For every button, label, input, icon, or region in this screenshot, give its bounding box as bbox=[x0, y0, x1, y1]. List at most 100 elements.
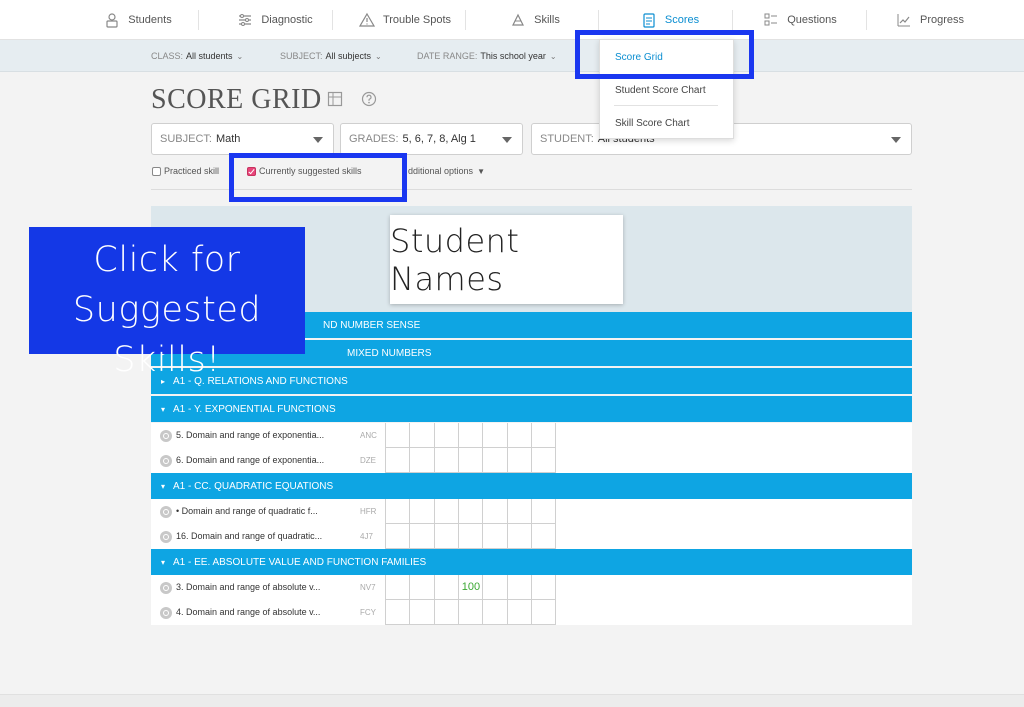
score-cell[interactable]: 100 bbox=[457, 575, 483, 600]
score-cell[interactable] bbox=[409, 499, 435, 524]
checkbox-empty bbox=[152, 166, 161, 176]
skill-name[interactable]: 3. Domain and range of absolute v... bbox=[176, 582, 320, 592]
score-cell[interactable] bbox=[409, 600, 435, 625]
score-cell[interactable] bbox=[385, 499, 410, 524]
help-icon[interactable] bbox=[361, 91, 377, 107]
nav-questions[interactable]: Questions bbox=[745, 0, 855, 40]
skill-name[interactable]: 16. Domain and range of quadratic... bbox=[176, 531, 322, 541]
subject-select-value: Math bbox=[215, 133, 241, 145]
magnifier-icon[interactable] bbox=[160, 455, 172, 467]
skill-name[interactable]: 5. Domain and range of exponentia... bbox=[176, 430, 324, 440]
score-cell[interactable] bbox=[385, 448, 410, 473]
date-range-filter[interactable]: DATE RANGE: This school year ⌄ bbox=[417, 40, 557, 72]
nav-progress-label: Progress bbox=[919, 14, 965, 26]
chevron-down-icon: ⌄ bbox=[375, 51, 382, 61]
magnifier-icon[interactable] bbox=[160, 506, 172, 518]
skill-code: ANC bbox=[360, 431, 377, 440]
score-cell[interactable] bbox=[385, 575, 410, 600]
magnifier-icon[interactable] bbox=[160, 607, 172, 619]
score-cell[interactable] bbox=[409, 524, 435, 549]
score-cell[interactable] bbox=[482, 524, 508, 549]
menu-item-skill-score-chart[interactable]: Skill Score Chart bbox=[615, 118, 689, 129]
score-cell[interactable] bbox=[433, 575, 459, 600]
nav-diagnostic[interactable]: Diagnostic bbox=[215, 0, 335, 40]
score-cell[interactable] bbox=[385, 423, 410, 448]
category-label: A1 - EE. ABSOLUTE VALUE AND FUNCTION FAM… bbox=[173, 556, 427, 568]
score-cell[interactable] bbox=[482, 499, 508, 524]
practiced-skills-checkbox[interactable]: Practiced skill bbox=[152, 166, 219, 176]
skill-name[interactable]: 4. Domain and range of absolute v... bbox=[176, 607, 320, 617]
score-cell[interactable] bbox=[530, 600, 556, 625]
score-cell[interactable] bbox=[409, 423, 435, 448]
grades-select-value: 5, 6, 7, 8, Alg 1 bbox=[402, 133, 476, 145]
class-filter[interactable]: CLASS: All students ⌄ bbox=[151, 40, 243, 72]
skill-name[interactable]: • Domain and range of quadratic f... bbox=[176, 506, 318, 516]
skills-icon bbox=[510, 12, 526, 28]
score-cell[interactable] bbox=[506, 600, 532, 625]
skill-code: DZE bbox=[360, 456, 376, 465]
score-cell[interactable] bbox=[433, 524, 459, 549]
skill-name[interactable]: 6. Domain and range of exponentia... bbox=[176, 455, 324, 465]
chevron-down-icon: ⌄ bbox=[549, 51, 557, 61]
magnifier-icon[interactable] bbox=[160, 582, 172, 594]
category-row[interactable]: ▾ A1 - EE. ABSOLUTE VALUE AND FUNCTION F… bbox=[151, 549, 912, 575]
score-cell[interactable] bbox=[457, 423, 483, 448]
score-cell[interactable] bbox=[457, 448, 483, 473]
nav-scores-label: Scores bbox=[664, 14, 700, 26]
score-cell[interactable] bbox=[530, 499, 556, 524]
menu-item-student-score-chart[interactable]: Student Score Chart bbox=[615, 85, 706, 96]
students-icon bbox=[104, 12, 120, 28]
export-icon[interactable] bbox=[327, 91, 343, 107]
nav-students[interactable]: Students bbox=[88, 0, 188, 40]
caret-down-icon bbox=[313, 137, 323, 143]
score-cell[interactable] bbox=[385, 600, 410, 625]
suggested-skills-highlight bbox=[229, 153, 407, 202]
filter-bar: CLASS: All students ⌄ SUBJECT: All subje… bbox=[0, 40, 1024, 72]
score-cell[interactable] bbox=[409, 575, 435, 600]
class-filter-label: CLASS: bbox=[151, 51, 184, 61]
category-row[interactable]: ▾ A1 - Y. EXPONENTIAL FUNCTIONS bbox=[151, 396, 912, 422]
nav-divider bbox=[465, 10, 466, 30]
grades-select-label: GRADES: bbox=[349, 133, 399, 145]
nav-trouble-spots[interactable]: Trouble Spots bbox=[345, 0, 465, 40]
score-cell[interactable] bbox=[457, 524, 483, 549]
category-row[interactable]: ▾ A1 - CC. QUADRATIC EQUATIONS bbox=[151, 473, 912, 499]
score-cell[interactable] bbox=[530, 448, 556, 473]
nav-progress[interactable]: Progress bbox=[875, 0, 985, 40]
score-cell[interactable] bbox=[482, 448, 508, 473]
score-cell[interactable] bbox=[530, 575, 556, 600]
score-cell[interactable] bbox=[530, 524, 556, 549]
nav-skills[interactable]: Skills bbox=[480, 0, 590, 40]
grades-select[interactable]: GRADES: 5, 6, 7, 8, Alg 1 bbox=[340, 123, 523, 155]
date-range-filter-label: DATE RANGE: bbox=[417, 51, 478, 61]
caret-down-icon: ▾ bbox=[161, 481, 166, 491]
score-cell[interactable] bbox=[433, 423, 459, 448]
score-cell[interactable] bbox=[482, 575, 508, 600]
score-cell[interactable] bbox=[457, 600, 483, 625]
skill-code: FCY bbox=[360, 608, 376, 617]
top-navigation: Students Diagnostic Trouble Spots Skills… bbox=[0, 0, 1024, 40]
score-cell[interactable] bbox=[482, 423, 508, 448]
score-cell[interactable] bbox=[506, 448, 532, 473]
caret-down-icon: ▾ bbox=[161, 404, 166, 414]
score-cell[interactable] bbox=[482, 600, 508, 625]
score-cell[interactable] bbox=[530, 423, 556, 448]
subject-filter[interactable]: SUBJECT: All subjects ⌄ bbox=[280, 40, 382, 72]
score-cell[interactable] bbox=[433, 499, 459, 524]
score-cell[interactable] bbox=[433, 448, 459, 473]
magnifier-icon[interactable] bbox=[160, 531, 172, 543]
score-cell[interactable] bbox=[457, 499, 483, 524]
score-cell[interactable] bbox=[506, 499, 532, 524]
subject-select[interactable]: SUBJECT: Math bbox=[151, 123, 334, 155]
additional-options-toggle[interactable]: dditional options ▼ bbox=[408, 166, 485, 176]
score-cell[interactable] bbox=[385, 524, 410, 549]
score-cell[interactable] bbox=[506, 423, 532, 448]
magnifier-icon[interactable] bbox=[160, 430, 172, 442]
footer bbox=[0, 694, 1024, 707]
nav-divider bbox=[332, 10, 333, 30]
scores-icon bbox=[641, 12, 657, 28]
score-cell[interactable] bbox=[506, 524, 532, 549]
score-cell[interactable] bbox=[506, 575, 532, 600]
score-cell[interactable] bbox=[433, 600, 459, 625]
score-cell[interactable] bbox=[409, 448, 435, 473]
